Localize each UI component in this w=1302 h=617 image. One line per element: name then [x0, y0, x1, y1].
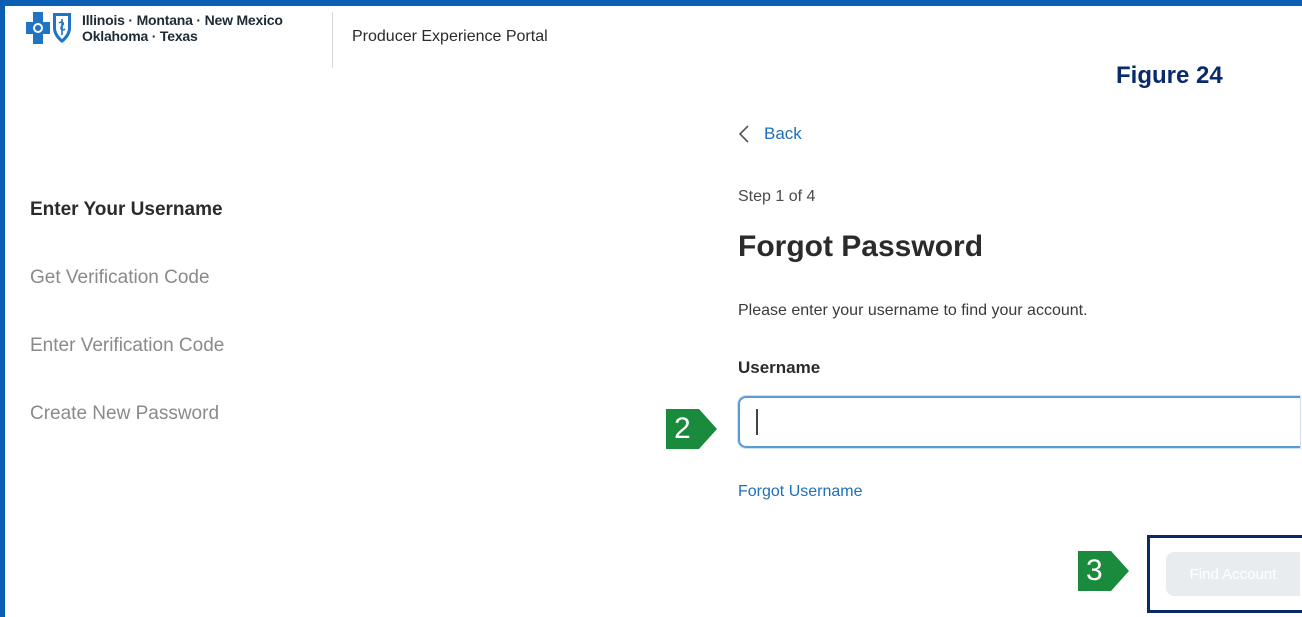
bcbs-cross-shield-icon	[26, 12, 71, 44]
figure-label: Figure 24	[1116, 62, 1223, 89]
window-top-border	[0, 0, 1302, 6]
progress-steps: Enter Your Username Get Verification Cod…	[30, 198, 224, 470]
callout-number: 3	[1078, 551, 1111, 591]
callout-arrow-icon	[1110, 551, 1129, 591]
instructions-text: Please enter your username to find your …	[738, 302, 1088, 319]
logo-line-2: Oklahoma · Texas	[82, 28, 198, 44]
callout-number: 2	[666, 409, 699, 449]
step-get-verification-code: Get Verification Code	[30, 267, 210, 288]
username-input[interactable]	[738, 396, 1300, 448]
step-enter-username: Enter Your Username	[30, 199, 223, 220]
bcbs-logo[interactable]: Illinois · Montana · New Mexico Oklahoma…	[26, 10, 283, 46]
back-link[interactable]: Back	[738, 124, 802, 144]
back-label: Back	[764, 124, 802, 143]
chevron-left-icon	[738, 125, 749, 143]
portal-title: Producer Experience Portal	[352, 28, 548, 45]
callout-arrow-icon	[698, 409, 717, 449]
username-label: Username	[738, 358, 821, 377]
logo-text: Illinois · Montana · New Mexico Oklahoma…	[82, 12, 283, 44]
callout-step-3: 3	[1078, 551, 1129, 591]
header-divider	[332, 12, 333, 68]
text-caret	[756, 409, 758, 435]
find-account-button[interactable]: Find Account	[1166, 552, 1300, 596]
callout-step-2: 2	[666, 409, 717, 449]
step-enter-verification-code: Enter Verification Code	[30, 335, 225, 356]
page-title: Forgot Password	[738, 230, 984, 263]
logo-line-1: Illinois · Montana · New Mexico	[82, 12, 283, 28]
step-create-new-password: Create New Password	[30, 403, 220, 424]
window-left-border	[0, 0, 5, 617]
forgot-username-link[interactable]: Forgot Username	[738, 483, 863, 501]
step-indicator: Step 1 of 4	[738, 188, 816, 205]
